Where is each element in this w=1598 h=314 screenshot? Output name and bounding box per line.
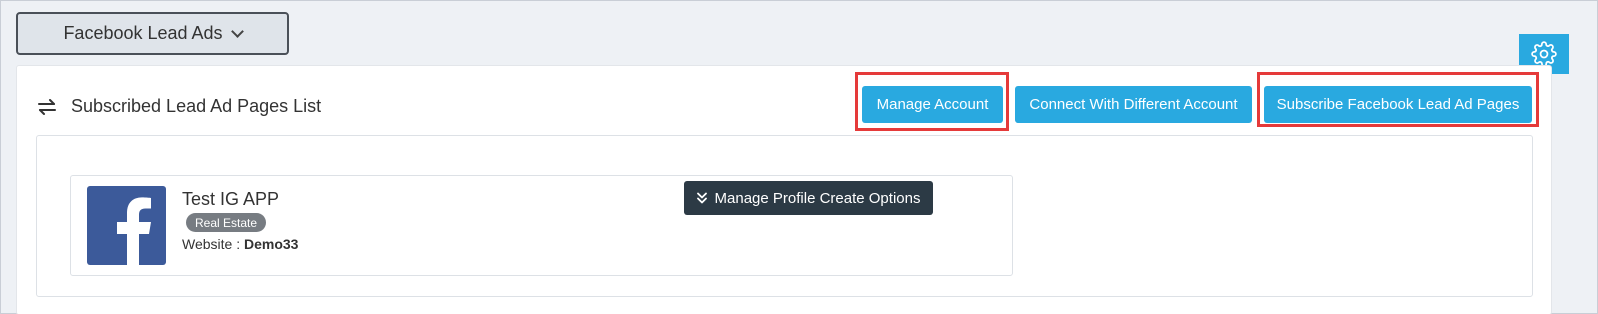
pages-list-container: Test IG APP Real Estate Website : Demo33…: [36, 135, 1533, 297]
app-selector-dropdown[interactable]: Facebook Lead Ads: [16, 12, 289, 55]
facebook-logo-icon: [87, 186, 166, 265]
panel-header: Subscribed Lead Ad Pages List: [37, 96, 321, 117]
gear-icon: [1531, 41, 1557, 67]
website-value: Demo33: [244, 236, 299, 252]
chevron-down-icon: [230, 24, 244, 38]
page-website: Website : Demo33: [182, 236, 298, 252]
page-card: Test IG APP Real Estate Website : Demo33…: [70, 175, 1013, 276]
swap-arrows-icon: [38, 98, 56, 115]
double-chevron-down-icon: [696, 192, 707, 204]
website-label: Website :: [182, 236, 244, 252]
app-selector-label: Facebook Lead Ads: [63, 23, 223, 43]
subscribed-pages-panel: Subscribed Lead Ad Pages List Manage Acc…: [16, 65, 1552, 314]
connect-different-account-button[interactable]: Connect With Different Account: [1015, 86, 1252, 123]
subscribe-lead-ad-pages-button[interactable]: Subscribe Facebook Lead Ad Pages: [1264, 86, 1532, 123]
manage-profile-create-options-label: Manage Profile Create Options: [714, 189, 921, 207]
panel-title: Subscribed Lead Ad Pages List: [71, 96, 322, 116]
category-badge: Real Estate: [186, 213, 267, 232]
manage-profile-create-options-button[interactable]: Manage Profile Create Options: [684, 181, 933, 215]
manage-account-button[interactable]: Manage Account: [862, 86, 1003, 123]
page-name: Test IG APP: [182, 189, 280, 209]
